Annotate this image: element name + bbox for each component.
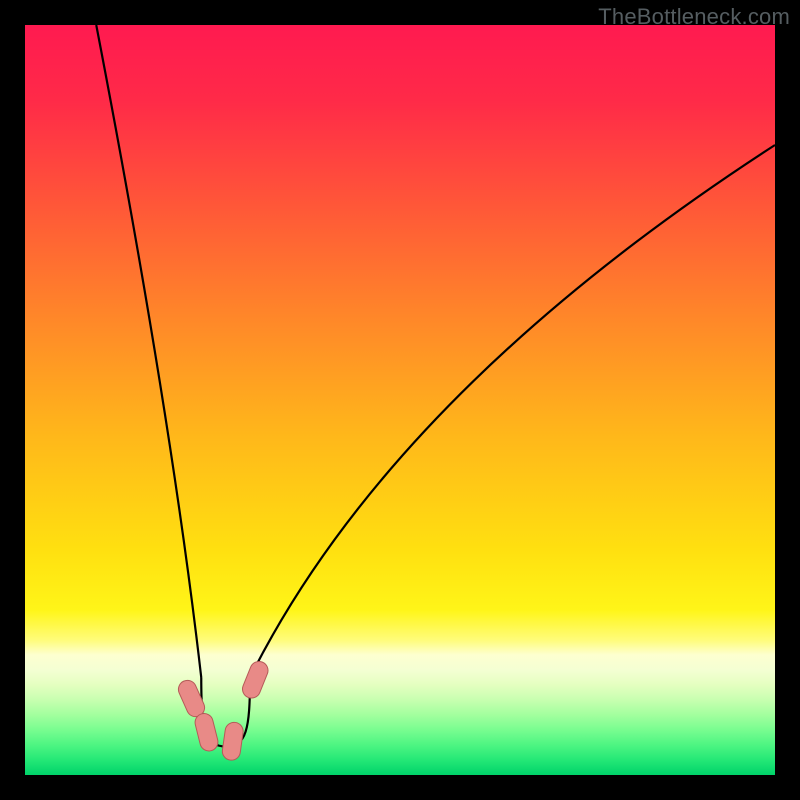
trough-bead bbox=[221, 721, 244, 761]
trough-bead bbox=[193, 712, 220, 753]
curve-right-limb bbox=[250, 145, 775, 678]
trough-beads bbox=[176, 659, 271, 762]
chart-stage: TheBottleneck.com bbox=[0, 0, 800, 800]
curve-layer bbox=[25, 25, 775, 775]
watermark-text: TheBottleneck.com bbox=[598, 4, 790, 30]
trough-bead bbox=[240, 659, 271, 701]
plot-area bbox=[25, 25, 775, 775]
curve-left-limb bbox=[96, 25, 201, 678]
